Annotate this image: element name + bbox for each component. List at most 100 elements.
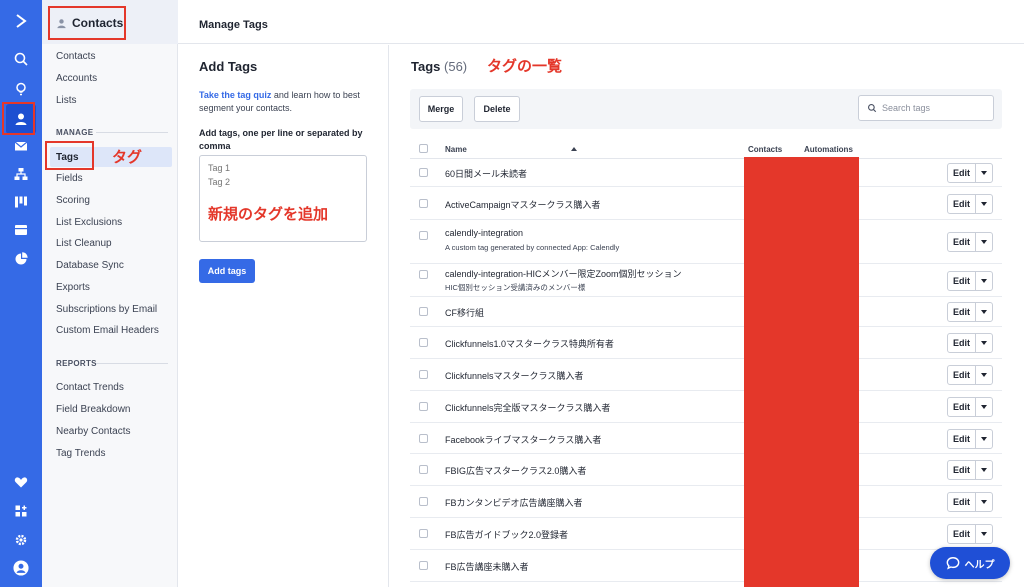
flow-icon[interactable] xyxy=(6,159,36,189)
tag-quiz-text: Take the tag quiz and learn how to best … xyxy=(199,89,379,115)
envelope-icon[interactable] xyxy=(6,131,36,161)
row-checkbox[interactable] xyxy=(419,497,428,506)
sidebar-item-field-breakdown[interactable]: Field Breakdown xyxy=(56,404,130,415)
column-automations[interactable]: Automations xyxy=(804,145,853,154)
tag-name[interactable]: FBIG広告マスタークラス2.0購入者 xyxy=(445,464,586,477)
tag-name[interactable]: CF移行組 xyxy=(445,306,484,319)
sidebar-item-nearby-contacts[interactable]: Nearby Contacts xyxy=(56,426,130,437)
column-name[interactable]: Name xyxy=(445,145,467,154)
row-checkbox[interactable] xyxy=(419,529,428,538)
row-checkbox[interactable] xyxy=(419,307,428,316)
help-button[interactable]: ヘルプ xyxy=(930,547,1010,579)
sidebar-item-contacts[interactable]: Contacts xyxy=(56,51,95,62)
tag-quiz-link[interactable]: Take the tag quiz xyxy=(199,90,271,100)
row-checkbox[interactable] xyxy=(419,231,428,240)
row-checkbox[interactable] xyxy=(419,561,428,570)
tag-name[interactable]: FBカンタンビデオ広告講座購入者 xyxy=(445,496,583,509)
sidebar-item-contact-trends[interactable]: Contact Trends xyxy=(56,382,124,393)
chat-bubble-icon xyxy=(946,557,959,570)
edit-button[interactable]: Edit xyxy=(947,193,976,214)
tag-name[interactable]: FB広告ガイドブック2.0登録者 xyxy=(445,528,568,541)
tag-name[interactable]: Clickfunnelsマスタークラス購入者 xyxy=(445,369,583,382)
tag-name[interactable]: calendly-integration xyxy=(445,228,523,238)
edit-dropdown-button[interactable] xyxy=(975,302,993,322)
search-tags-input[interactable] xyxy=(882,103,982,113)
tag-name[interactable]: Facebookライブマスタークラス購入者 xyxy=(445,433,601,446)
edit-button[interactable]: Edit xyxy=(947,270,976,291)
row-checkbox[interactable] xyxy=(419,433,428,443)
edit-dropdown-button[interactable] xyxy=(975,492,993,512)
edit-dropdown-button[interactable] xyxy=(975,232,993,252)
lightbulb-icon[interactable] xyxy=(6,74,36,104)
tag-name[interactable]: Clickfunnels完全版マスタークラス購入者 xyxy=(445,401,610,414)
edit-button[interactable]: Edit xyxy=(947,428,976,449)
row-checkbox[interactable] xyxy=(419,402,428,411)
edit-dropdown-button[interactable] xyxy=(975,460,993,480)
add-tags-button[interactable]: Add tags xyxy=(199,259,255,283)
edit-button[interactable]: Edit xyxy=(947,163,976,183)
pie-chart-icon[interactable] xyxy=(6,244,36,274)
tag-name[interactable]: Clickfunnels1.0マスタークラス特典所有者 xyxy=(445,337,614,350)
edit-button[interactable]: Edit xyxy=(947,302,976,322)
sidebar-item-fields[interactable]: Fields xyxy=(56,173,83,184)
select-all-checkbox[interactable] xyxy=(419,144,428,153)
edit-dropdown-button[interactable] xyxy=(975,193,993,214)
edit-dropdown-button[interactable] xyxy=(975,163,993,183)
apps-icon[interactable] xyxy=(6,496,36,526)
annotation-new-tag: 新規のタグを追加 xyxy=(208,206,329,223)
table-header: Name Contacts Automations xyxy=(410,141,1002,159)
sidebar-item-scoring[interactable]: Scoring xyxy=(56,195,90,206)
edit-dropdown-button[interactable] xyxy=(975,397,993,417)
edit-dropdown-button[interactable] xyxy=(975,333,993,353)
edit-dropdown-button[interactable] xyxy=(975,428,993,449)
logo-chevron-icon[interactable] xyxy=(6,6,36,36)
sidebar-item-tag-trends[interactable]: Tag Trends xyxy=(56,448,105,459)
edit-button[interactable]: Edit xyxy=(947,397,976,417)
sidebar-item-list-cleanup[interactable]: List Cleanup xyxy=(56,238,112,249)
search-icon xyxy=(868,104,877,113)
row-checkbox[interactable] xyxy=(419,168,428,177)
browser-icon[interactable] xyxy=(6,215,36,245)
edit-button[interactable]: Edit xyxy=(947,492,976,512)
add-tags-textarea[interactable] xyxy=(199,155,367,242)
sidebar-item-subscriptions-by-email[interactable]: Subscriptions by Email xyxy=(56,304,157,315)
tag-name[interactable]: FB広告講座未購入者 xyxy=(445,560,529,573)
sidebar-item-exports[interactable]: Exports xyxy=(56,282,90,293)
avatar-icon[interactable] xyxy=(6,553,36,583)
column-contacts[interactable]: Contacts xyxy=(748,145,782,154)
edit-button[interactable]: Edit xyxy=(947,524,976,544)
row-checkbox[interactable] xyxy=(419,338,428,347)
sort-ascending-icon[interactable] xyxy=(571,147,577,151)
search-icon[interactable] xyxy=(6,44,36,74)
tag-description: HIC個別セッション受講済みのメンバー様 xyxy=(445,282,586,292)
sidebar-item-accounts[interactable]: Accounts xyxy=(56,73,97,84)
row-checkbox[interactable] xyxy=(419,269,428,279)
tag-name[interactable]: ActiveCampaignマスタークラス購入者 xyxy=(445,198,600,211)
sidebar-item-database-sync[interactable]: Database Sync xyxy=(56,260,124,271)
table-row: calendly-integration A custom tag generat… xyxy=(410,220,1002,264)
kanban-icon[interactable] xyxy=(6,187,36,217)
merge-button[interactable]: Merge xyxy=(419,96,463,122)
heart-icon[interactable] xyxy=(6,467,36,497)
gear-icon[interactable] xyxy=(6,525,36,555)
edit-button[interactable]: Edit xyxy=(947,333,976,353)
annotation-tag-list: タグの一覧 xyxy=(487,58,563,75)
edit-dropdown-button[interactable] xyxy=(975,365,993,385)
chevron-down-icon xyxy=(981,310,987,314)
edit-button[interactable]: Edit xyxy=(947,365,976,385)
row-checkbox[interactable] xyxy=(419,465,428,474)
edit-button[interactable]: Edit xyxy=(947,232,976,252)
edit-button[interactable]: Edit xyxy=(947,460,976,480)
sidebar-item-custom-email-headers[interactable]: Custom Email Headers xyxy=(56,325,159,336)
table-row: FB広告ガイドブック2.0登録者 Edit xyxy=(410,518,1002,550)
tag-name[interactable]: 60日間メール未読者 xyxy=(445,167,527,180)
edit-dropdown-button[interactable] xyxy=(975,270,993,291)
row-checkbox[interactable] xyxy=(419,370,428,379)
sidebar-item-lists[interactable]: Lists xyxy=(56,95,77,106)
chevron-down-icon xyxy=(981,532,987,536)
edit-dropdown-button[interactable] xyxy=(975,524,993,544)
delete-button[interactable]: Delete xyxy=(474,96,520,122)
sidebar-item-list-exclusions[interactable]: List Exclusions xyxy=(56,217,122,228)
row-checkbox[interactable] xyxy=(419,198,428,208)
tag-name[interactable]: calendly-integration-HICメンバー限定Zoom個別セッショ… xyxy=(445,267,682,280)
